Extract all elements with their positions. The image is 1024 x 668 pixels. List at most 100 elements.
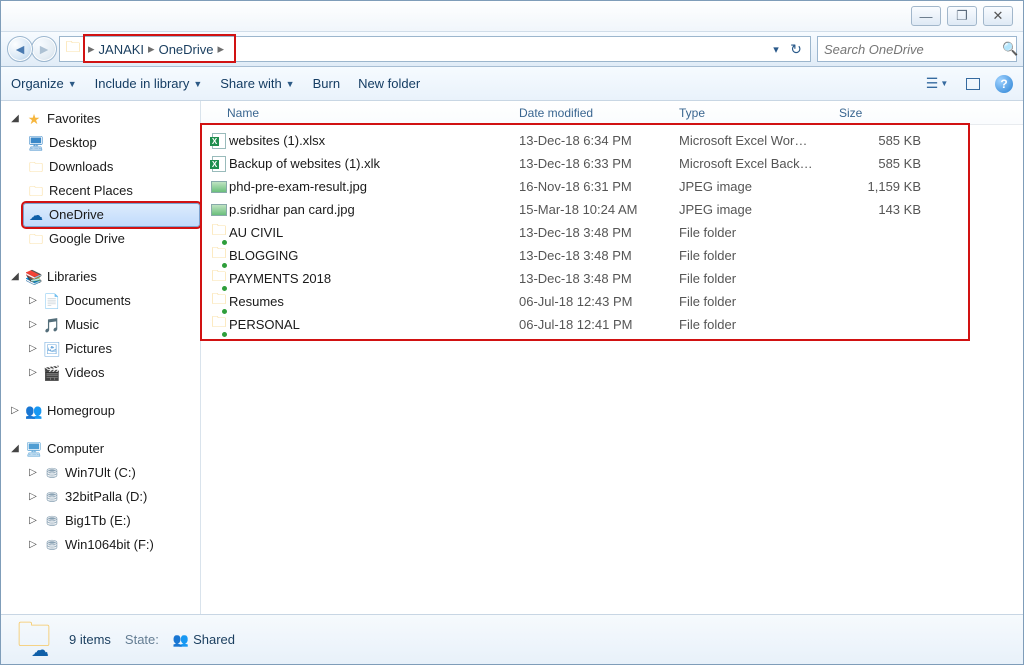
file-row[interactable]: 🗀Resumes06-Jul-18 12:43 PMFile folder [201, 290, 1023, 313]
folder-icon: 🗀 [209, 289, 229, 314]
google-drive-icon: 🗀 [27, 229, 45, 249]
expand-icon[interactable]: ▷ [9, 401, 21, 421]
file-row[interactable]: 🗀PAYMENTS 201813-Dec-18 3:48 PMFile fold… [201, 267, 1023, 290]
file-row[interactable]: p.sridhar pan card.jpg15-Mar-18 10:24 AM… [201, 198, 1023, 221]
new-folder-label: New folder [358, 76, 420, 91]
organize-label: Organize [11, 76, 64, 91]
breadcrumb-segment-janaki[interactable]: JANAKI [97, 42, 147, 57]
sidebar-item-google-drive[interactable]: 🗀 Google Drive [23, 227, 200, 251]
list-view-icon: ☰ [926, 75, 939, 92]
sidebar-section-homegroup[interactable]: ▷ 👥 Homegroup [5, 399, 200, 423]
sidebar-item-desktop[interactable]: 🖥 Desktop [23, 131, 200, 155]
sidebar-item-documents[interactable]: ▷ 📄 Documents [23, 289, 200, 313]
minimize-button[interactable]: — [911, 6, 941, 26]
sidebar-item-label: Desktop [49, 133, 97, 153]
sidebar-item-onedrive[interactable]: ☁ OneDrive [23, 203, 200, 227]
search-icon: 🔍 [1002, 41, 1018, 57]
organize-button[interactable]: Organize ▼ [11, 76, 77, 91]
sidebar-item-downloads[interactable]: 🗀 Downloads [23, 155, 200, 179]
chevron-right-icon: ▸ [88, 41, 95, 57]
expand-icon[interactable]: ▷ [27, 315, 39, 335]
column-header-size[interactable]: Size [839, 106, 939, 120]
expand-icon[interactable]: ▷ [27, 511, 39, 531]
column-header-name[interactable]: Name [227, 106, 519, 120]
new-folder-button[interactable]: New folder [358, 76, 420, 91]
expand-icon[interactable]: ▷ [27, 363, 39, 383]
excel-file-icon: X [209, 133, 229, 149]
file-date: 13-Dec-18 6:34 PM [519, 133, 679, 148]
file-row[interactable]: Xwebsites (1).xlsx13-Dec-18 6:34 PMMicro… [201, 129, 1023, 152]
collapse-icon[interactable]: ◢ [9, 109, 21, 129]
share-with-button[interactable]: Share with ▼ [220, 76, 294, 91]
sidebar-section-libraries[interactable]: ◢ 📚 Libraries [5, 265, 200, 289]
sidebar-item-drive-c[interactable]: ▷ ⛃ Win7Ult (C:) [23, 461, 200, 485]
folder-icon: 🗀 [209, 266, 229, 291]
column-header-type[interactable]: Type [679, 106, 839, 120]
refresh-button[interactable]: ↻ [786, 39, 806, 59]
view-options-button[interactable]: ☰ ▼ [923, 72, 951, 96]
search-input[interactable] [824, 42, 1002, 57]
computer-label: Computer [47, 439, 104, 459]
burn-button[interactable]: Burn [313, 76, 340, 91]
favorites-label: Favorites [47, 109, 100, 129]
collapse-icon[interactable]: ◢ [9, 267, 21, 287]
onedrive-folder-icon: 🗀 ☁ [13, 619, 55, 661]
breadcrumb[interactable]: 🗀 ▸ JANAKI ▸ OneDrive ▸ ▾ ↻ [59, 36, 811, 62]
recent-places-icon: 🗀 [27, 181, 45, 201]
forward-button[interactable]: ► [31, 36, 57, 62]
titlebar: — ❐ ✕ [1, 1, 1023, 31]
sidebar-item-drive-d[interactable]: ▷ ⛃ 32bitPalla (D:) [23, 485, 200, 509]
expand-icon[interactable]: ▷ [27, 487, 39, 507]
file-row[interactable]: 🗀AU CIVIL13-Dec-18 3:48 PMFile folder [201, 221, 1023, 244]
file-name: PERSONAL [229, 317, 519, 332]
preview-pane-button[interactable] [959, 72, 987, 96]
address-dropdown-button[interactable]: ▾ [766, 39, 786, 59]
back-button[interactable]: ◄ [7, 36, 33, 62]
search-box[interactable]: 🔍 [817, 36, 1017, 62]
sidebar-item-label: Win7Ult (C:) [65, 463, 136, 483]
file-name: Backup of websites (1).xlk [229, 156, 519, 171]
sidebar-item-drive-e[interactable]: ▷ ⛃ Big1Tb (E:) [23, 509, 200, 533]
address-bar: ◄ ► 🗀 ▸ JANAKI ▸ OneDrive ▸ ▾ ↻ 🔍 [1, 31, 1023, 67]
downloads-icon: 🗀 [27, 157, 45, 177]
column-header-date[interactable]: Date modified [519, 106, 679, 120]
file-row[interactable]: XBackup of websites (1).xlk13-Dec-18 6:3… [201, 152, 1023, 175]
close-button[interactable]: ✕ [983, 6, 1013, 26]
sidebar-item-label: Videos [65, 363, 105, 383]
file-type: File folder [679, 248, 839, 263]
status-bar: 🗀 ☁ 9 items State: 👥 Shared [1, 614, 1023, 664]
expand-icon[interactable]: ▷ [27, 339, 39, 359]
maximize-button[interactable]: ❐ [947, 6, 977, 26]
column-headers[interactable]: Name Date modified Type Size [201, 101, 1023, 125]
sidebar-item-pictures[interactable]: ▷ 🖼 Pictures [23, 337, 200, 361]
breadcrumb-segment-onedrive[interactable]: OneDrive [157, 42, 216, 57]
videos-icon: 🎬 [43, 363, 61, 383]
drive-icon: ⛃ [43, 463, 61, 483]
image-file-icon [209, 181, 229, 193]
computer-icon: 🖥 [25, 439, 43, 459]
sidebar-item-label: Google Drive [49, 229, 125, 249]
sidebar-section-computer[interactable]: ◢ 🖥 Computer [5, 437, 200, 461]
expand-icon[interactable]: ▷ [27, 535, 39, 555]
sidebar-item-label: 32bitPalla (D:) [65, 487, 147, 507]
expand-icon[interactable]: ▷ [27, 291, 39, 311]
chevron-down-icon: ▼ [286, 79, 295, 89]
file-row[interactable]: 🗀BLOGGING13-Dec-18 3:48 PMFile folder [201, 244, 1023, 267]
sidebar-item-drive-f[interactable]: ▷ ⛃ Win1064bit (F:) [23, 533, 200, 557]
file-row[interactable]: phd-pre-exam-result.jpg16-Nov-18 6:31 PM… [201, 175, 1023, 198]
sidebar-item-music[interactable]: ▷ 🎵 Music [23, 313, 200, 337]
sidebar-item-videos[interactable]: ▷ 🎬 Videos [23, 361, 200, 385]
file-row[interactable]: 🗀PERSONAL06-Jul-18 12:41 PMFile folder [201, 313, 1023, 336]
file-type: Microsoft Excel Wor… [679, 133, 839, 148]
expand-icon[interactable]: ▷ [27, 463, 39, 483]
libraries-label: Libraries [47, 267, 97, 287]
collapse-icon[interactable]: ◢ [9, 439, 21, 459]
sidebar-item-label: Documents [65, 291, 131, 311]
share-label: Share with [220, 76, 281, 91]
help-button[interactable]: ? [995, 75, 1013, 93]
sidebar-section-favorites[interactable]: ◢ ★ Favorites [5, 107, 200, 131]
pictures-icon: 🖼 [43, 339, 61, 359]
sidebar-item-recent-places[interactable]: 🗀 Recent Places [23, 179, 200, 203]
file-size: 143 KB [839, 202, 929, 217]
include-in-library-button[interactable]: Include in library ▼ [95, 76, 203, 91]
